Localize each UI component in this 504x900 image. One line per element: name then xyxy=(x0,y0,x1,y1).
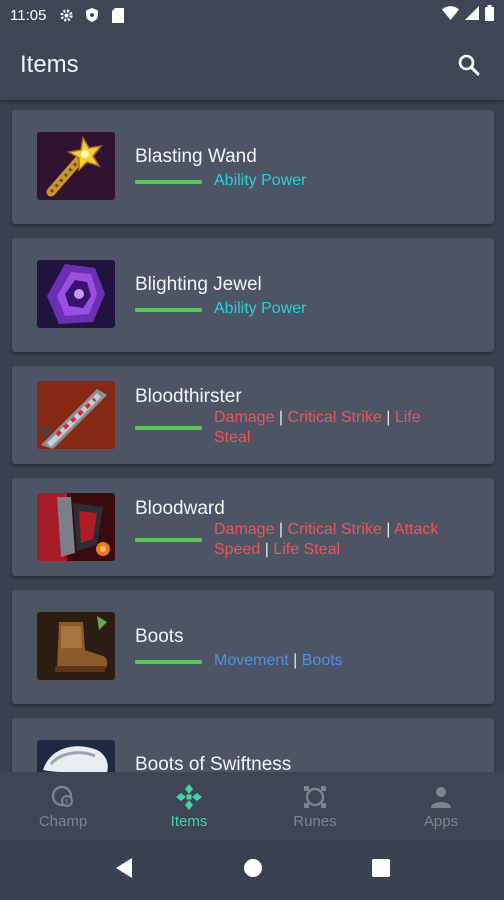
nav-label: Champ xyxy=(38,812,88,830)
item-name: Bloodward xyxy=(135,498,225,519)
item-image-boots-of-swiftness xyxy=(37,740,115,772)
search-icon xyxy=(458,54,480,76)
list-item[interactable]: Boots of Swiftness xyxy=(12,718,494,772)
item-image-bloodthirster xyxy=(37,381,115,449)
gear-icon xyxy=(56,5,76,25)
item-tags: Damage | Critical Strike | Life Steal xyxy=(214,409,421,446)
page-title: Items xyxy=(20,51,79,78)
item-tags: Movement | Boots xyxy=(214,652,343,669)
item-bar xyxy=(135,308,202,312)
item-name: Boots xyxy=(135,626,184,647)
signal-icon xyxy=(465,6,479,24)
svg-text:$: $ xyxy=(65,798,69,806)
item-tags: Ability Power xyxy=(214,299,454,319)
item-tags: Damage | Critical Strike | Attack Speed … xyxy=(214,521,439,558)
item-name: Blighting Jewel xyxy=(135,274,262,295)
nav-label: Apps xyxy=(423,812,459,830)
back-button[interactable] xyxy=(114,857,134,884)
item-bar xyxy=(135,426,202,430)
back-icon xyxy=(116,857,133,878)
list-item[interactable]: Boots Movement | Boots xyxy=(12,590,494,704)
tag: Life Steal xyxy=(273,541,341,558)
item-bar xyxy=(135,538,202,542)
tag: Damage xyxy=(214,409,275,426)
status-bar: 11:05 xyxy=(0,0,504,30)
item-name: Blasting Wand xyxy=(135,146,257,167)
shield-icon xyxy=(82,5,102,25)
status-right xyxy=(442,5,494,25)
nav-tab-runes[interactable]: Runes xyxy=(252,772,378,840)
tag: Ability Power xyxy=(214,300,307,317)
nav-tab-items[interactable]: Items xyxy=(126,772,252,840)
item-name: Bloodthirster xyxy=(135,386,242,407)
tag: Ability Power xyxy=(214,172,307,189)
recents-button[interactable] xyxy=(371,858,390,882)
nav-tab-champ[interactable]: $ Champ xyxy=(0,772,126,840)
list-item[interactable]: Bloodthirster Damage | Critical Strike |… xyxy=(12,366,494,464)
status-time: 11:05 xyxy=(10,6,47,24)
champ-icon: $ xyxy=(49,783,77,811)
sd-card-icon xyxy=(108,5,128,25)
tag: Critical Strike xyxy=(287,409,382,426)
tag: Boots xyxy=(301,652,343,669)
nav-label: Runes xyxy=(293,812,337,830)
bottom-navigation: $ Champ Items Runes Apps xyxy=(0,772,504,840)
items-icon xyxy=(175,783,203,811)
tag: Movement xyxy=(214,652,289,669)
item-list[interactable]: Blasting Wand Ability Power Blighting Je… xyxy=(0,100,504,772)
system-navigation xyxy=(0,840,504,900)
item-image-blasting-wand xyxy=(37,132,115,200)
item-image-boots xyxy=(37,612,115,680)
wifi-icon xyxy=(442,6,459,24)
home-icon xyxy=(243,858,262,877)
tag: Damage xyxy=(214,521,275,538)
item-image-blighting-jewel xyxy=(37,260,115,328)
nav-tab-apps[interactable]: Apps xyxy=(378,772,504,840)
item-tags: Ability Power xyxy=(214,171,454,191)
list-item[interactable]: Bloodward Damage | Critical Strike | Att… xyxy=(12,478,494,576)
search-button[interactable] xyxy=(454,50,484,80)
item-bar xyxy=(135,660,202,664)
list-item[interactable]: Blasting Wand Ability Power xyxy=(12,110,494,224)
app-bar: Items xyxy=(0,30,504,100)
person-icon xyxy=(427,783,455,811)
runes-icon xyxy=(301,783,329,811)
item-image-bloodward xyxy=(37,493,115,561)
nav-label: Items xyxy=(170,812,208,830)
recents-icon xyxy=(371,858,390,877)
tag: Critical Strike xyxy=(287,521,382,538)
home-button[interactable] xyxy=(243,858,263,883)
item-name: Boots of Swiftness xyxy=(135,754,292,772)
battery-icon xyxy=(485,5,494,25)
list-item[interactable]: Blighting Jewel Ability Power xyxy=(12,238,494,352)
item-bar xyxy=(135,180,202,184)
